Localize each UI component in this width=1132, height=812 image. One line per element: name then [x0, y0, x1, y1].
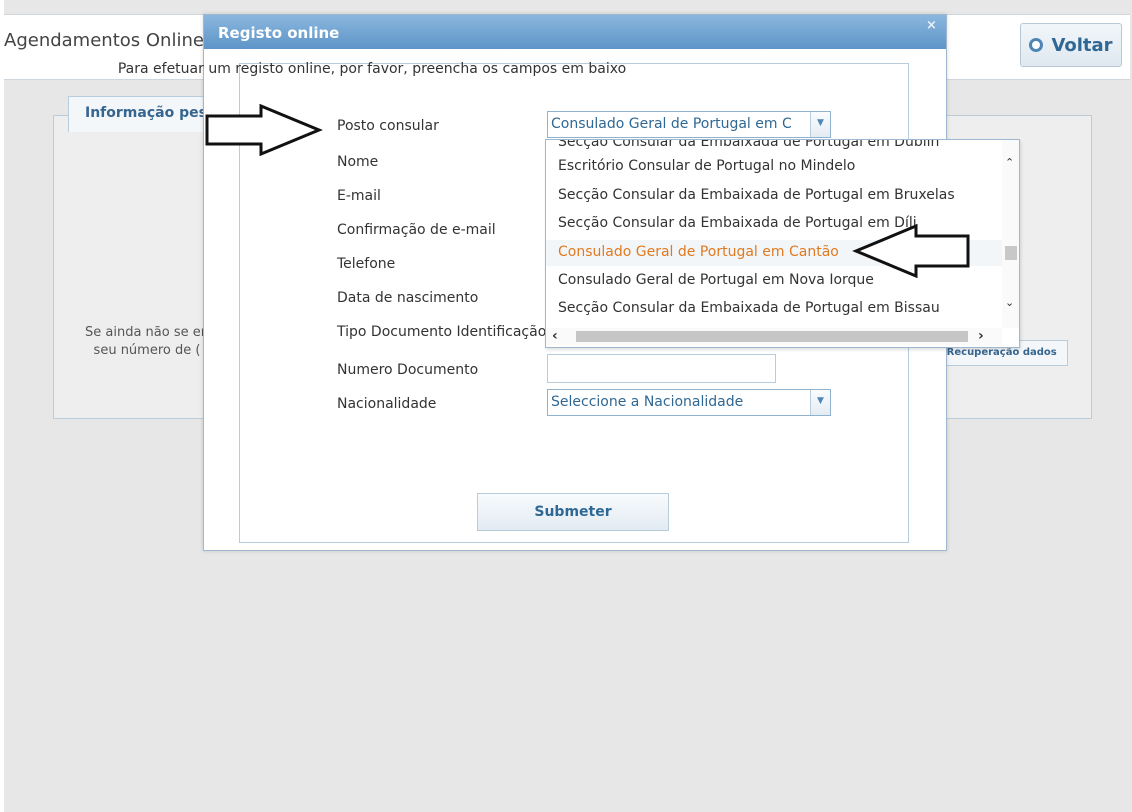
nacionalidade-select-value: Seleccione a Nacionalidade — [551, 394, 744, 410]
posto-select[interactable]: Consulado Geral de Portugal em C ▼ — [547, 111, 831, 138]
numero-doc-input[interactable] — [547, 354, 776, 383]
numero-doc-label: Numero Documento — [337, 362, 479, 378]
scroll-down-icon[interactable]: ⌄ — [1005, 296, 1014, 309]
chevron-down-icon[interactable]: ▼ — [810, 112, 830, 137]
page-title: Agendamentos Online — [4, 30, 204, 51]
nacionalidade-select[interactable]: Seleccione a Nacionalidade ▼ — [547, 389, 831, 416]
form-intro: Para efetuar um registo online, por favo… — [117, 61, 627, 77]
submit-button[interactable]: Submeter — [477, 493, 669, 531]
email-label: E-mail — [337, 188, 381, 204]
back-button[interactable]: Voltar — [1020, 23, 1122, 67]
chevron-down-icon[interactable]: ▼ — [810, 390, 830, 415]
nacionalidade-label: Nacionalidade — [337, 396, 437, 412]
page-left-edge — [0, 0, 4, 812]
close-icon[interactable]: × — [926, 18, 937, 33]
posto-label: Posto consular — [337, 118, 439, 134]
telefone-label: Telefone — [337, 256, 396, 272]
scrollbar-thumb[interactable] — [1005, 246, 1017, 260]
horizontal-scrollbar[interactable]: ‹ › — [546, 328, 1002, 345]
back-button-label: Voltar — [1051, 34, 1113, 56]
circle-bullet-icon — [1029, 38, 1044, 52]
dialog-title: Registo online — [218, 24, 340, 42]
scrollbar-thumb[interactable] — [576, 331, 968, 342]
outline-arrow-left-icon — [852, 224, 970, 278]
list-item[interactable]: Escritório Consular de Portugal no Minde… — [546, 154, 1002, 180]
nascimento-label: Data de nascimento — [337, 290, 479, 306]
email-confirm-label: Confirmação de e-mail — [337, 222, 496, 238]
scroll-right-icon[interactable]: › — [978, 328, 984, 344]
scroll-left-icon[interactable]: ‹ — [552, 328, 558, 344]
tipo-doc-label: Tipo Documento Identificação — [337, 324, 547, 340]
scroll-up-icon[interactable]: ⌃ — [1005, 156, 1014, 169]
posto-select-value: Consulado Geral de Portugal em C — [551, 116, 792, 132]
outline-arrow-right-icon — [205, 104, 323, 156]
list-item[interactable]: Secção Consular da Embaixada de Portugal… — [546, 183, 1002, 209]
list-item[interactable]: Secção Consular da Embaixada de Portugal… — [546, 296, 1002, 322]
nome-label: Nome — [337, 154, 379, 170]
dialog-header: Registo online × — [204, 15, 946, 49]
vertical-scrollbar[interactable]: ⌃ ⌄ — [1002, 140, 1019, 328]
